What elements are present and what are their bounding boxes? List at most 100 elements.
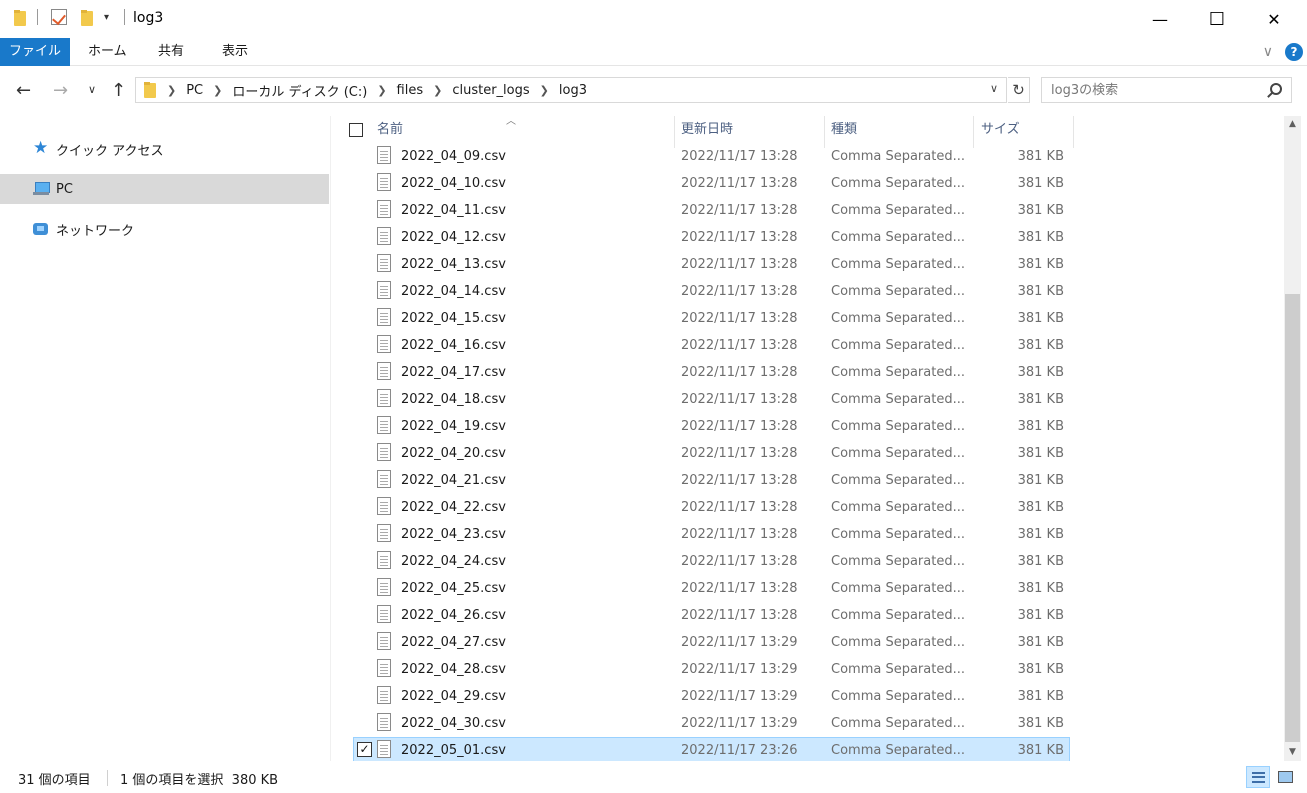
- breadcrumb-local-disk[interactable]: ローカル ディスク (C:): [232, 81, 367, 100]
- large-icons-view-button[interactable]: [1273, 766, 1297, 788]
- table-row[interactable]: 2022_04_26.csv 2022/11/17 13:28 Comma Sepa…: [331, 602, 1284, 629]
- file-name[interactable]: 2022_04_26.csv: [401, 602, 671, 629]
- vertical-scrollbar[interactable]: ▲ ▼: [1284, 116, 1301, 761]
- row-checkbox[interactable]: ✓: [357, 742, 372, 757]
- breadcrumb-log3[interactable]: log3: [559, 83, 587, 98]
- file-size: 381 KB: [1017, 365, 1064, 380]
- table-row[interactable]: 2022_04_19.csv 2022/11/17 13:28 Comma Sepa…: [331, 413, 1284, 440]
- scrollbar-thumb[interactable]: [1285, 294, 1300, 742]
- table-row[interactable]: 2022_04_23.csv 2022/11/17 13:28 Comma Sepa…: [331, 521, 1284, 548]
- file-type: Comma Separated...: [831, 581, 965, 596]
- table-row[interactable]: 2022_04_12.csv 2022/11/17 13:28 Comma Sepa…: [331, 224, 1284, 251]
- table-row[interactable]: 2022_04_21.csv 2022/11/17 13:28 Comma Sepa…: [331, 467, 1284, 494]
- table-row[interactable]: 2022_04_17.csv 2022/11/17 13:28 Comma Sepa…: [331, 359, 1284, 386]
- address-bar[interactable]: ❯ PC ❯ ローカル ディスク (C:) ❯ files ❯ cluster_…: [135, 77, 1007, 103]
- table-row[interactable]: 2022_04_24.csv 2022/11/17 13:28 Comma Sepa…: [331, 548, 1284, 575]
- search-icon[interactable]: [1270, 83, 1282, 95]
- breadcrumb-cluster-logs[interactable]: cluster_logs: [452, 83, 529, 98]
- search-input[interactable]: [1051, 78, 1261, 102]
- customize-quick-access-icon[interactable]: ▾: [104, 12, 109, 23]
- properties-icon[interactable]: [51, 9, 67, 25]
- file-size: 381 KB: [1017, 203, 1064, 218]
- csv-file-icon: [377, 497, 391, 515]
- file-name[interactable]: 2022_05_01.csv: [401, 737, 671, 761]
- table-row[interactable]: 2022_04_16.csv 2022/11/17 13:28 Comma Sepa…: [331, 332, 1284, 359]
- file-name[interactable]: 2022_04_18.csv: [401, 386, 671, 413]
- file-name[interactable]: 2022_04_11.csv: [401, 197, 671, 224]
- file-name[interactable]: 2022_04_25.csv: [401, 575, 671, 602]
- ribbon-tabs: ファイル ホーム 共有 表示 ∨ ?: [0, 38, 1307, 66]
- nav-item-quick-access[interactable]: クイック アクセス: [0, 134, 329, 164]
- nav-item-network[interactable]: ネットワーク: [0, 214, 329, 244]
- table-row[interactable]: 2022_04_11.csv 2022/11/17 13:28 Comma Sepa…: [331, 197, 1284, 224]
- breadcrumb-pc[interactable]: PC: [186, 83, 203, 98]
- maximize-button[interactable]: ☐: [1194, 0, 1240, 38]
- scroll-up-icon[interactable]: ▲: [1284, 116, 1301, 133]
- table-row[interactable]: 2022_04_13.csv 2022/11/17 13:28 Comma Sepa…: [331, 251, 1284, 278]
- table-row[interactable]: 2022_04_15.csv 2022/11/17 13:28 Comma Sepa…: [331, 305, 1284, 332]
- file-name[interactable]: 2022_04_28.csv: [401, 656, 671, 683]
- column-header-size[interactable]: サイズ: [981, 116, 1020, 144]
- file-name[interactable]: 2022_04_23.csv: [401, 521, 671, 548]
- file-type: Comma Separated...: [831, 500, 965, 515]
- refresh-button[interactable]: ↻: [1008, 77, 1030, 103]
- scroll-down-icon[interactable]: ▼: [1284, 744, 1301, 761]
- csv-file-icon: [377, 335, 391, 353]
- details-view-button[interactable]: [1246, 766, 1270, 788]
- forward-button[interactable]: →: [53, 80, 68, 101]
- table-row[interactable]: 2022_04_14.csv 2022/11/17 13:28 Comma Sepa…: [331, 278, 1284, 305]
- tab-view[interactable]: 表示: [222, 38, 248, 66]
- file-size: 381 KB: [1017, 338, 1064, 353]
- file-name[interactable]: 2022_04_19.csv: [401, 413, 671, 440]
- tab-home[interactable]: ホーム: [88, 38, 127, 66]
- select-all-checkbox[interactable]: [349, 123, 363, 137]
- help-icon[interactable]: ?: [1285, 43, 1303, 61]
- csv-file-icon: [377, 551, 391, 569]
- navigation-bar: ← → ∨ ↑ ❯ PC ❯ ローカル ディスク (C:) ❯ files ❯ …: [0, 66, 1307, 116]
- column-header-name[interactable]: 名前: [377, 116, 403, 144]
- file-name[interactable]: 2022_04_17.csv: [401, 359, 671, 386]
- table-row[interactable]: 2022_04_27.csv 2022/11/17 13:29 Comma Sepa…: [331, 629, 1284, 656]
- new-folder-icon[interactable]: [80, 9, 94, 27]
- file-name[interactable]: 2022_04_10.csv: [401, 170, 671, 197]
- minimize-button[interactable]: —: [1137, 0, 1183, 38]
- breadcrumb-separator-icon: ❯: [167, 83, 177, 97]
- tab-share[interactable]: 共有: [158, 38, 184, 66]
- file-size: 381 KB: [1017, 392, 1064, 407]
- table-row[interactable]: 2022_04_30.csv 2022/11/17 13:29 Comma Sepa…: [331, 710, 1284, 737]
- table-row-selected[interactable]: ✓ 2022_05_01.csv 2022/11/17 23:26 Comma Sep…: [331, 737, 1284, 761]
- tab-file[interactable]: ファイル: [0, 38, 70, 66]
- close-button[interactable]: ✕: [1251, 0, 1297, 38]
- ribbon-expand-icon[interactable]: ∨: [1263, 44, 1273, 60]
- breadcrumb-files[interactable]: files: [397, 83, 424, 98]
- file-name[interactable]: 2022_04_29.csv: [401, 683, 671, 710]
- file-name[interactable]: 2022_04_22.csv: [401, 494, 671, 521]
- file-name[interactable]: 2022_04_12.csv: [401, 224, 671, 251]
- back-button[interactable]: ←: [16, 80, 31, 101]
- file-name[interactable]: 2022_04_20.csv: [401, 440, 671, 467]
- table-row[interactable]: 2022_04_28.csv 2022/11/17 13:29 Comma Sepa…: [331, 656, 1284, 683]
- up-button[interactable]: ↑: [111, 80, 126, 101]
- table-row[interactable]: 2022_04_22.csv 2022/11/17 13:28 Comma Sepa…: [331, 494, 1284, 521]
- column-header-type[interactable]: 種類: [831, 116, 857, 144]
- column-header-date[interactable]: 更新日時: [681, 116, 733, 144]
- recent-locations-button[interactable]: ∨: [88, 83, 96, 96]
- file-name[interactable]: 2022_04_16.csv: [401, 332, 671, 359]
- table-row[interactable]: 2022_04_10.csv 2022/11/17 13:28 Comma Sepa…: [331, 170, 1284, 197]
- file-name[interactable]: 2022_04_13.csv: [401, 251, 671, 278]
- file-name[interactable]: 2022_04_27.csv: [401, 629, 671, 656]
- file-name[interactable]: 2022_04_30.csv: [401, 710, 671, 737]
- table-row[interactable]: 2022_04_09.csv 2022/11/17 13:28 Comma Sepa…: [331, 143, 1284, 170]
- nav-item-pc[interactable]: PC: [0, 174, 329, 204]
- search-box[interactable]: [1041, 77, 1292, 103]
- address-history-dropdown[interactable]: ∨: [990, 82, 998, 95]
- file-name[interactable]: 2022_04_09.csv: [401, 143, 671, 170]
- table-row[interactable]: 2022_04_29.csv 2022/11/17 13:29 Comma Sepa…: [331, 683, 1284, 710]
- file-name[interactable]: 2022_04_21.csv: [401, 467, 671, 494]
- file-name[interactable]: 2022_04_14.csv: [401, 278, 671, 305]
- file-name[interactable]: 2022_04_24.csv: [401, 548, 671, 575]
- table-row[interactable]: 2022_04_20.csv 2022/11/17 13:28 Comma Sepa…: [331, 440, 1284, 467]
- table-row[interactable]: 2022_04_18.csv 2022/11/17 13:28 Comma Sepa…: [331, 386, 1284, 413]
- table-row[interactable]: 2022_04_25.csv 2022/11/17 13:28 Comma Sepa…: [331, 575, 1284, 602]
- file-name[interactable]: 2022_04_15.csv: [401, 305, 671, 332]
